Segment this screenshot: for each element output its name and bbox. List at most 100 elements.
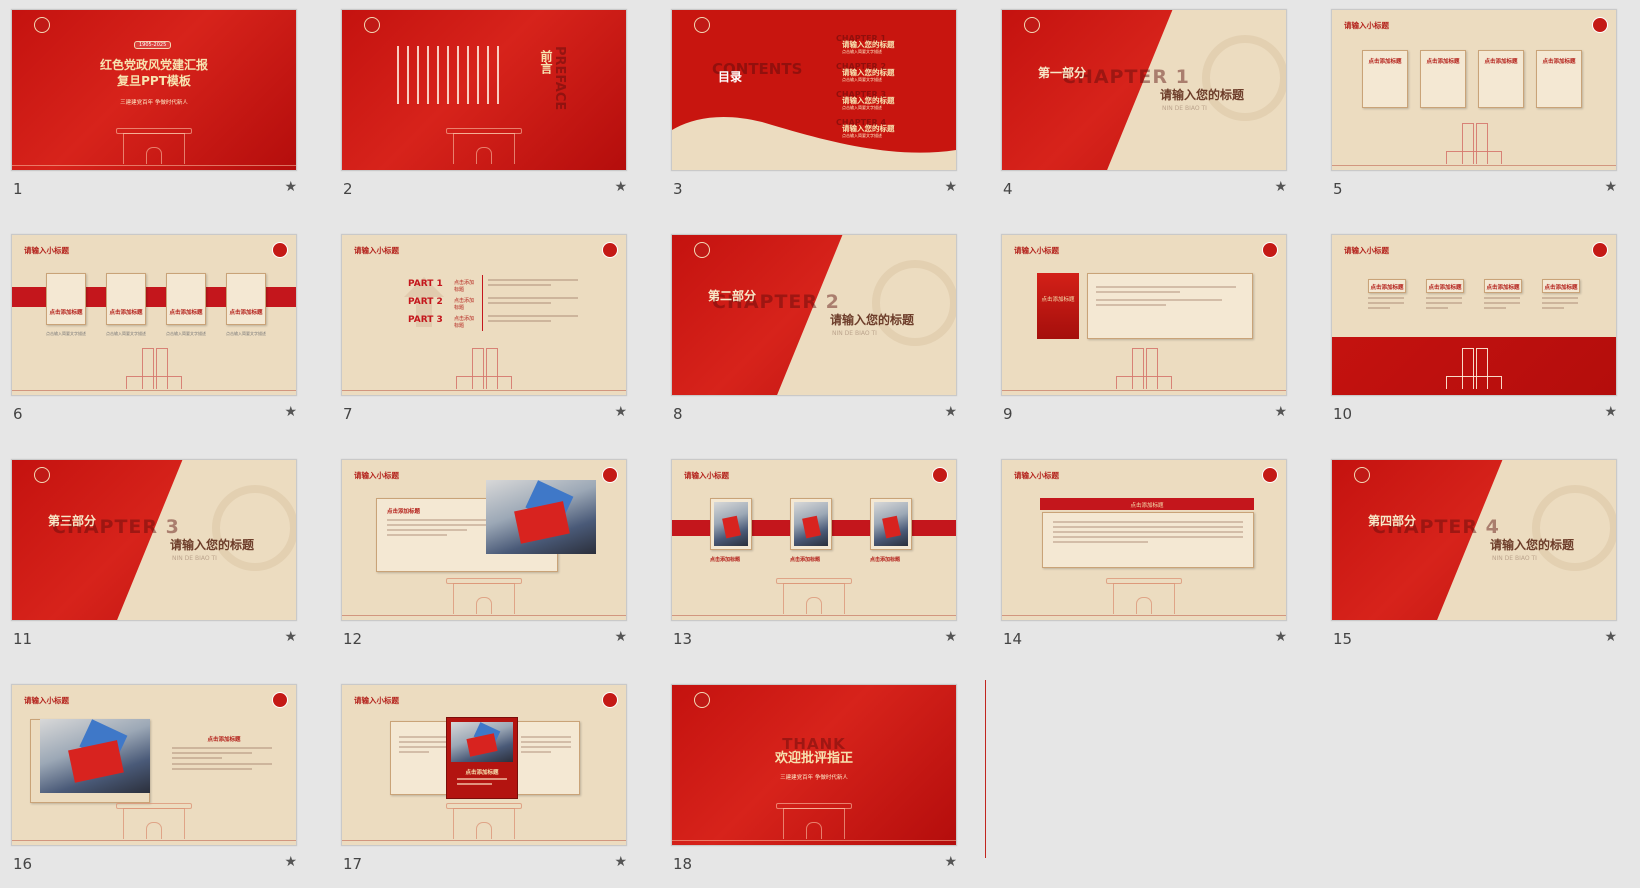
slide-thumbnail-17[interactable]: 请输入小标题 点击添加标题 17 ★: [341, 684, 627, 884]
animation-star-icon[interactable]: ★: [1274, 179, 1287, 195]
slide-number: 10: [1333, 405, 1353, 423]
section-title: 请输入您的标题: [1490, 538, 1575, 552]
slide-12-canvas[interactable]: 请输入小标题 点击添加标题: [341, 459, 627, 621]
slide-16-canvas[interactable]: 请输入小标题 点击添加标题: [11, 684, 297, 846]
slide-18-canvas[interactable]: THANK 欢迎批评指正 三建建党百年 争做时代新人: [671, 684, 957, 846]
section-label: 第一部分: [1038, 66, 1087, 80]
slide-6-canvas[interactable]: 请输入小标题 点击添加标题 点击添加标题 点击添加标题 点击添加标题 点击输入简…: [11, 234, 297, 396]
slide-9-canvas[interactable]: 请输入小标题 点击添加标题: [1001, 234, 1287, 396]
paragraph-placeholder: [1484, 297, 1520, 312]
slide-thumbnail-9[interactable]: 请输入小标题 点击添加标题 9 ★: [1001, 234, 1287, 434]
divider: [342, 615, 626, 616]
animation-star-icon[interactable]: ★: [1604, 404, 1617, 420]
insertion-cursor: [985, 680, 986, 858]
slide-thumbnail-5[interactable]: 请输入小标题 点击添加标题 点击添加标题 点击添加标题 点击添加标题 5 ★: [1331, 9, 1617, 209]
animation-star-icon[interactable]: ★: [284, 854, 297, 870]
slide-thumbnail-1[interactable]: 1905-2025 红色党政风党建汇报 复旦PPT模板 三建建党百年 争做时代新…: [11, 9, 297, 209]
university-logo-icon: [1262, 242, 1278, 258]
photo-caption: 点击添加标题: [790, 557, 821, 563]
slide-18-title: 欢迎批评指正: [774, 751, 853, 766]
slide-7-canvas[interactable]: 请输入小标题 PART 1 PART 2 PART 3 点击添加标题 点击添加标…: [341, 234, 627, 396]
slide-thumbnail-14[interactable]: 请输入小标题 点击添加标题 14 ★: [1001, 459, 1287, 659]
animation-star-icon[interactable]: ★: [284, 629, 297, 645]
animation-star-icon[interactable]: ★: [284, 404, 297, 420]
slide-1-canvas[interactable]: 1905-2025 红色党政风党建汇报 复旦PPT模板 三建建党百年 争做时代新…: [11, 9, 297, 171]
university-logo-icon: [1024, 17, 1040, 33]
animation-star-icon[interactable]: ★: [944, 404, 957, 420]
animation-star-icon[interactable]: ★: [944, 179, 957, 195]
paragraph-placeholder: [457, 778, 507, 788]
slide-14-canvas[interactable]: 请输入小标题 点击添加标题: [1001, 459, 1287, 621]
university-logo-icon: [602, 692, 618, 708]
campus-gate-illustration: [446, 578, 522, 614]
label-tag: 点击添加标题: [1368, 279, 1406, 293]
animation-star-icon[interactable]: ★: [1604, 179, 1617, 195]
slide-thumbnail-10[interactable]: 请输入小标题 点击添加标题 点击添加标题 点击添加标题 点击添加标题 10 ★: [1331, 234, 1617, 434]
animation-star-icon[interactable]: ★: [614, 404, 627, 420]
slide-thumbnail-4[interactable]: CHAPTER 1 第一部分 请输入您的标题 NIN DE BIAO TI 4 …: [1001, 9, 1287, 209]
slide-thumbnail-3[interactable]: CONTENTS 目录 CHAPTER 1 请输入您的标题 点击输入简要文字描述…: [671, 9, 957, 209]
hammer-sickle-watermark-icon: [1202, 35, 1286, 121]
slide-number: 15: [1333, 630, 1353, 648]
slide-10-canvas[interactable]: 请输入小标题 点击添加标题 点击添加标题 点击添加标题 点击添加标题: [1331, 234, 1617, 396]
university-logo-icon: [602, 467, 618, 483]
animation-star-icon[interactable]: ★: [284, 179, 297, 195]
slide-thumbnail-16[interactable]: 请输入小标题 点击添加标题 16 ★: [11, 684, 297, 884]
slide-2-canvas[interactable]: 前言 PREFACE: [341, 9, 627, 171]
slide-number: 7: [343, 405, 353, 423]
animation-star-icon[interactable]: ★: [1274, 629, 1287, 645]
university-logo-icon: [1592, 17, 1608, 33]
slide-thumbnail-13[interactable]: 请输入小标题 点击添加标题 点击添加标题 点击添加标题 13 ★: [671, 459, 957, 659]
slide-8-canvas[interactable]: CHAPTER 2 第二部分 请输入您的标题 NIN DE BIAO TI: [671, 234, 957, 396]
section-label: 第三部分: [48, 514, 97, 528]
slide-thumbnail-2[interactable]: 前言 PREFACE 2 ★: [341, 9, 627, 209]
icon-card: 点击添加标题: [46, 273, 86, 325]
animation-star-icon[interactable]: ★: [614, 854, 627, 870]
university-logo-icon: [694, 17, 710, 33]
animation-star-icon[interactable]: ★: [944, 854, 957, 870]
slide-thumbnail-8[interactable]: CHAPTER 2 第二部分 请输入您的标题 NIN DE BIAO TI 8 …: [671, 234, 957, 434]
slide-11-canvas[interactable]: CHAPTER 3 第三部分 请输入您的标题 NIN DE BIAO TI: [11, 459, 297, 621]
twin-towers-illustration: [1446, 347, 1502, 389]
animation-star-icon[interactable]: ★: [614, 629, 627, 645]
slide-number: 4: [1003, 180, 1013, 198]
slide-1-title-line2: 复旦PPT模板: [117, 74, 191, 88]
slide-thumbnail-11[interactable]: CHAPTER 3 第三部分 请输入您的标题 NIN DE BIAO TI 11…: [11, 459, 297, 659]
university-logo-icon: [364, 17, 380, 33]
slide-thumbnail-7[interactable]: 请输入小标题 PART 1 PART 2 PART 3 点击添加标题 点击添加标…: [341, 234, 627, 434]
slide-3-canvas[interactable]: CONTENTS 目录 CHAPTER 1 请输入您的标题 点击输入简要文字描述…: [671, 9, 957, 171]
animation-star-icon[interactable]: ★: [614, 179, 627, 195]
campus-gate-illustration: [446, 803, 522, 839]
paragraph-placeholder: [488, 279, 578, 289]
paragraph-placeholder: [488, 297, 578, 307]
toc-item-4: CHAPTER 4 请输入您的标题 点击输入简要文字描述: [836, 118, 942, 146]
slide-13-canvas[interactable]: 请输入小标题 点击添加标题 点击添加标题 点击添加标题: [671, 459, 957, 621]
divider: [12, 390, 296, 391]
slide-17-canvas[interactable]: 请输入小标题 点击添加标题: [341, 684, 627, 846]
icon-card: 点击添加标题: [166, 273, 206, 325]
university-logo-icon: [34, 17, 50, 33]
slide-5-canvas[interactable]: 请输入小标题 点击添加标题 点击添加标题 点击添加标题 点击添加标题: [1331, 9, 1617, 171]
icon-card: 点击添加标题: [226, 273, 266, 325]
divider: [12, 840, 296, 841]
toc-item-3: CHAPTER 3 请输入您的标题 点击输入简要文字描述: [836, 90, 942, 118]
feature-card: 点击添加标题: [1536, 50, 1582, 108]
section-label: 第二部分: [708, 289, 757, 303]
animation-star-icon[interactable]: ★: [944, 629, 957, 645]
animation-star-icon[interactable]: ★: [1604, 629, 1617, 645]
photo-card: [790, 498, 832, 550]
slide-thumbnail-15[interactable]: CHAPTER 4 第四部分 请输入您的标题 NIN DE BIAO TI 15…: [1331, 459, 1617, 659]
animation-star-icon[interactable]: ★: [1274, 404, 1287, 420]
section-pinyin: NIN DE BIAO TI: [1162, 105, 1207, 112]
toc-item-sub: 点击输入简要文字描述: [842, 49, 882, 54]
slide-subtitle: 请输入小标题: [24, 246, 69, 255]
slide-thumbnail-18[interactable]: THANK 欢迎批评指正 三建建党百年 争做时代新人 18 ★: [671, 684, 957, 884]
flag-photo: [40, 719, 150, 793]
part-label: PART 1: [408, 279, 443, 289]
slide-4-canvas[interactable]: CHAPTER 1 第一部分 请输入您的标题 NIN DE BIAO TI: [1001, 9, 1287, 171]
twin-towers-illustration: [1446, 122, 1502, 164]
slide-15-canvas[interactable]: CHAPTER 4 第四部分 请输入您的标题 NIN DE BIAO TI: [1331, 459, 1617, 621]
slide-thumbnail-12[interactable]: 请输入小标题 点击添加标题 12 ★: [341, 459, 627, 659]
campus-gate-illustration: [1106, 578, 1182, 614]
slide-thumbnail-6[interactable]: 请输入小标题 点击添加标题 点击添加标题 点击添加标题 点击添加标题 点击输入简…: [11, 234, 297, 434]
